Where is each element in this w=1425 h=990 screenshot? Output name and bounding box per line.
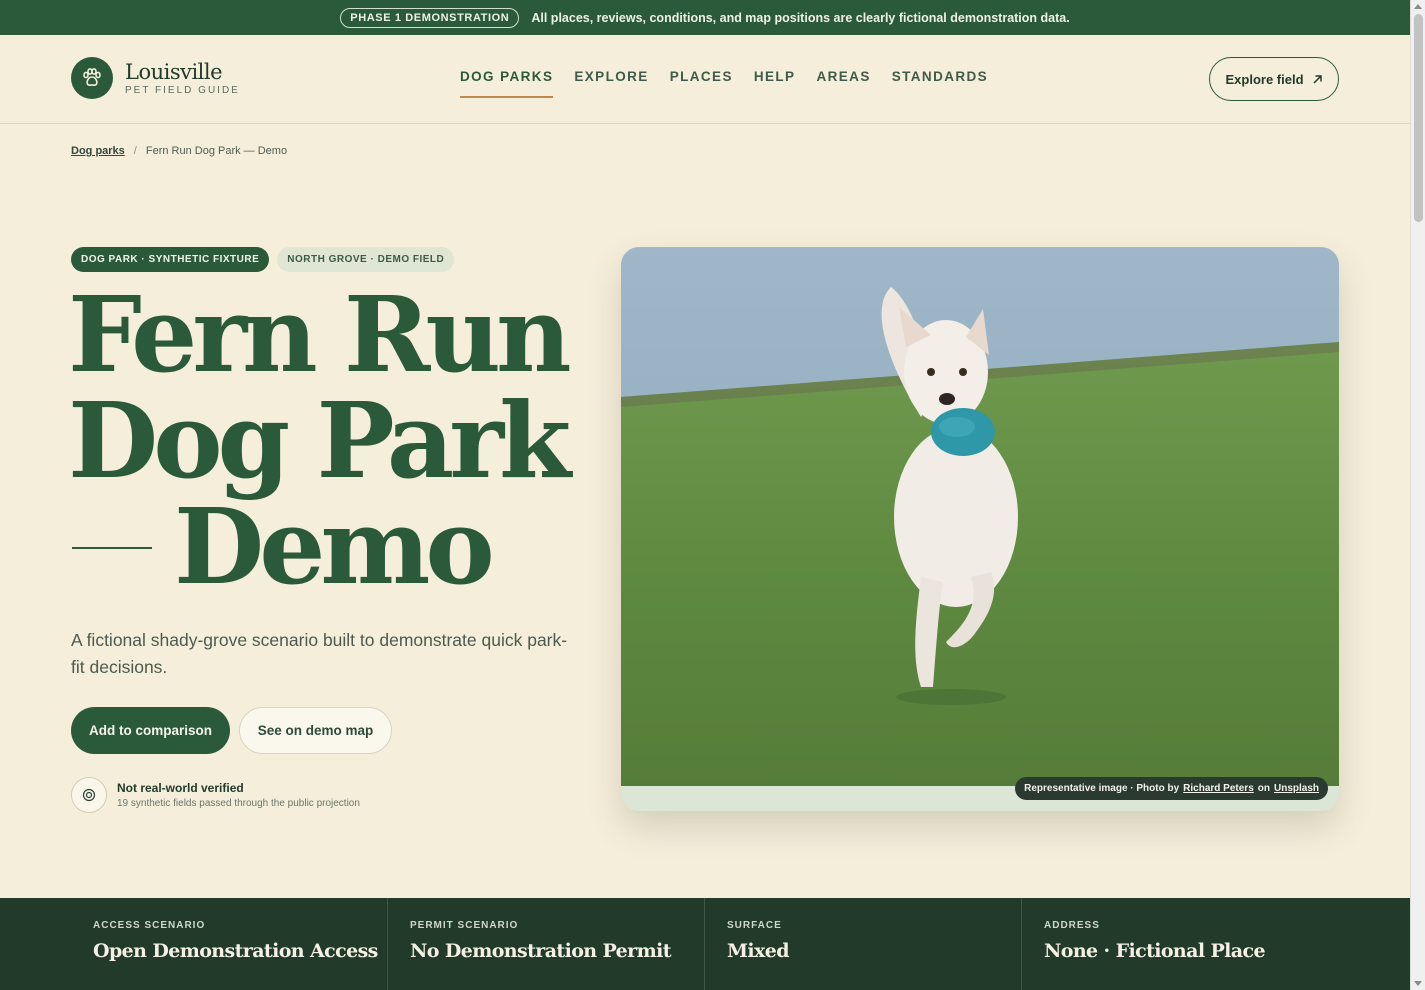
title-line-2: Dog Park: [68, 379, 571, 502]
target-icon: [71, 777, 107, 813]
logo-subtitle: PET FIELD GUIDE: [125, 84, 240, 96]
park-facts-band: ACCESS SCENARIO Open Demonstration Acces…: [0, 898, 1410, 990]
paw-icon: [71, 57, 113, 99]
add-to-comparison-button[interactable]: Add to comparison: [71, 707, 230, 754]
verification-note: Not real-world verified 19 synthetic fie…: [71, 777, 360, 813]
category-chip: DOG PARK · SYNTHETIC FIXTURE: [71, 247, 270, 272]
title-line-1: Fern Run: [68, 273, 572, 396]
scroll-up-icon[interactable]: [1414, 4, 1422, 9]
fact-label: ACCESS SCENARIO: [93, 920, 206, 931]
page-title: Fern Run Dog Park Demo: [68, 282, 588, 600]
main-nav: DOG PARKS EXPLORE PLACES HELP AREAS STAN…: [460, 69, 988, 98]
fact-access: ACCESS SCENARIO Open Demonstration Acces…: [71, 898, 388, 990]
see-on-map-button[interactable]: See on demo map: [239, 707, 392, 754]
announcement-bar: PHASE 1 DEMONSTRATION All places, review…: [0, 0, 1410, 35]
breadcrumb-current: Fern Run Dog Park — Demo: [145, 145, 288, 157]
logo-title: Louisville: [125, 59, 223, 84]
title-line-3: Demo: [174, 485, 495, 608]
fact-value: No Demonstration Permit: [410, 940, 671, 962]
nav-areas[interactable]: AREAS: [816, 69, 870, 98]
fact-label: ADDRESS: [1044, 920, 1100, 931]
nav-dog-parks[interactable]: DOG PARKS: [460, 69, 554, 98]
fact-surface: SURFACE Mixed: [705, 898, 1022, 990]
credit-author-link[interactable]: Richard Peters: [1183, 783, 1254, 794]
announcement-text: All places, reviews, conditions, and map…: [531, 10, 1070, 25]
phase-badge: PHASE 1 DEMONSTRATION: [340, 7, 520, 28]
park-description: A fictional shady-grove scenario built t…: [71, 630, 568, 677]
hero-chips: DOG PARK · SYNTHETIC FIXTURE NORTH GROVE…: [71, 247, 455, 272]
nav-help[interactable]: HELP: [754, 69, 796, 98]
site-header: Louisville PET FIELD GUIDE DOG PARKS EXP…: [0, 35, 1410, 124]
scroll-thumb[interactable]: [1414, 14, 1423, 222]
photo-credit: Representative image · Photo by Richard …: [1015, 777, 1328, 800]
credit-prefix: Representative image · Photo by: [1024, 783, 1180, 794]
breadcrumb: Dog parks / Fern Run Dog Park — Demo: [71, 145, 287, 157]
credit-mid: on: [1257, 783, 1270, 794]
credit-source-link[interactable]: Unsplash: [1274, 783, 1319, 794]
breadcrumb-separator: /: [133, 145, 137, 157]
explore-field-label: Explore field: [1225, 71, 1304, 87]
verification-title: Not real-world verified: [117, 781, 244, 795]
breadcrumb-dog-parks[interactable]: Dog parks: [71, 145, 125, 157]
page-scrollbar[interactable]: [1410, 0, 1425, 990]
nav-standards[interactable]: STANDARDS: [892, 69, 988, 98]
verification-detail: 19 synthetic fields passed through the p…: [117, 798, 360, 809]
site-logo[interactable]: Louisville PET FIELD GUIDE: [71, 57, 240, 99]
title-dash-rule: [72, 546, 152, 549]
arrow-up-right-icon: [1312, 74, 1322, 84]
area-chip: NORTH GROVE · DEMO FIELD: [277, 247, 455, 272]
fact-value: Open Demonstration Access: [93, 940, 378, 962]
fact-label: SURFACE: [727, 920, 782, 931]
fact-address: ADDRESS None · Fictional Place: [1022, 898, 1339, 990]
dog-photo: [621, 247, 1339, 786]
nav-places[interactable]: PLACES: [670, 69, 733, 98]
fact-value: None · Fictional Place: [1044, 940, 1266, 962]
nav-explore[interactable]: EXPLORE: [574, 69, 648, 98]
fact-value: Mixed: [727, 940, 790, 962]
hero-photo-card: Representative image · Photo by Richard …: [621, 247, 1339, 811]
scroll-down-icon[interactable]: [1414, 981, 1422, 986]
fact-permit: PERMIT SCENARIO No Demonstration Permit: [388, 898, 705, 990]
fact-label: PERMIT SCENARIO: [410, 920, 519, 931]
explore-field-button[interactable]: Explore field: [1209, 57, 1339, 101]
